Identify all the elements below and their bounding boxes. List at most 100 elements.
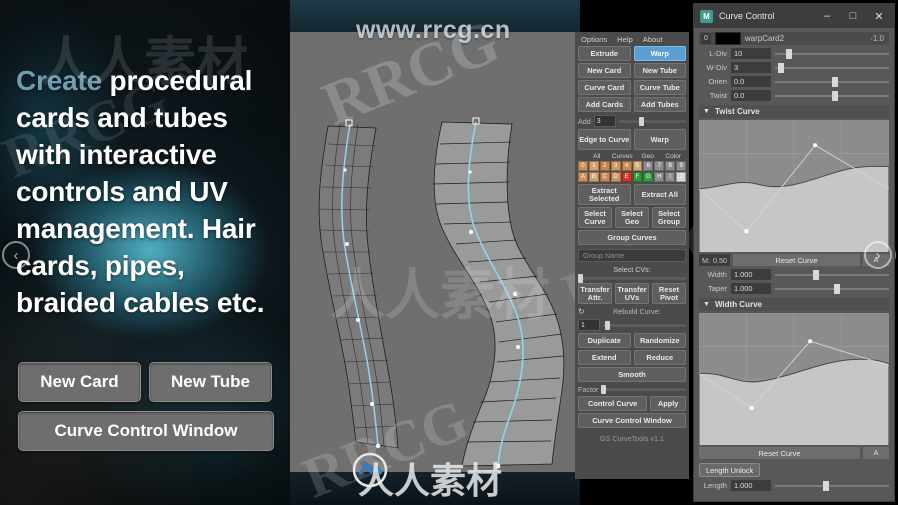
select-geo-button[interactable]: Select Geo [615, 207, 649, 228]
width-knob[interactable] [812, 269, 819, 280]
palette-swatch-7[interactable]: 7 [654, 161, 665, 171]
select-curve-button[interactable]: Select Curve [578, 207, 612, 228]
twist-reset-curve-button[interactable]: Reset Curve [732, 254, 860, 266]
length-track[interactable] [775, 480, 889, 491]
length-knob[interactable] [822, 480, 829, 491]
select-group-button[interactable]: Select Group [652, 207, 686, 228]
carousel-next-icon-right[interactable]: › [864, 241, 892, 269]
taper-value[interactable]: 1.000 [731, 283, 771, 294]
length-value[interactable]: 1.000 [731, 480, 771, 491]
tool-curve-control-window-button[interactable]: Curve Control Window [578, 413, 686, 428]
palette-swatch-c[interactable]: C [599, 172, 610, 182]
palette-swatch-f[interactable]: F [632, 172, 643, 182]
rebuild-curve-value[interactable]: 1 [578, 319, 600, 331]
factor-track[interactable] [601, 385, 686, 394]
add-slider-value[interactable]: 3 [593, 115, 616, 127]
promo-new-card-button[interactable]: New Card [18, 362, 141, 402]
duplicate-button[interactable]: Duplicate [578, 333, 631, 348]
palette-swatch-4[interactable]: 4 [621, 161, 632, 171]
width-curve-graph[interactable] [699, 313, 889, 445]
reduce-button[interactable]: Reduce [633, 350, 686, 365]
taper-knob[interactable] [834, 283, 841, 294]
group-name-input[interactable]: Group Name [578, 249, 686, 262]
palette-swatch-a[interactable]: A [578, 172, 588, 182]
refresh-icon[interactable]: ↻ [578, 307, 585, 316]
twist-track[interactable] [775, 90, 889, 101]
wdiv-track[interactable] [775, 62, 889, 73]
warp-button[interactable]: Warp [633, 129, 686, 150]
extract-all-button[interactable]: Extract All [633, 184, 686, 205]
curve-card-button[interactable]: Curve Card [578, 80, 631, 95]
width-reset-curve-button[interactable]: Reset Curve [699, 447, 860, 459]
control-curve-button[interactable]: Control Curve [578, 396, 648, 411]
extrude-button[interactable]: Extrude [578, 46, 631, 61]
add-slider-knob[interactable] [638, 116, 644, 126]
curve-control-titlebar[interactable]: M Curve Control – □ ✕ [694, 4, 894, 28]
twist-knob[interactable] [832, 90, 838, 101]
reset-pivot-button[interactable]: Reset Pivot [652, 283, 686, 304]
randomize-button[interactable]: Randomize [633, 333, 686, 348]
group-curves-button[interactable]: Group Curves [578, 230, 686, 245]
object-color-swatch[interactable] [714, 32, 741, 45]
palette-swatch-e[interactable]: E [621, 172, 632, 182]
extract-selected-button[interactable]: Extract Selected [578, 184, 631, 205]
width-track[interactable] [775, 269, 889, 280]
palette-swatch-3[interactable]: 3 [610, 161, 621, 171]
orien-knob[interactable] [832, 76, 838, 87]
width-value[interactable]: 1.000 [731, 269, 771, 280]
palette-header-geo[interactable]: Geo [635, 153, 661, 160]
transfer-uvs-button[interactable]: Transfer UVs [615, 283, 649, 304]
palette-swatch-0[interactable]: 0 [578, 161, 588, 171]
palette-swatch-j[interactable]: J [676, 172, 687, 182]
width-curve-section-header[interactable]: ▼ Width Curve [699, 298, 889, 311]
maximize-icon[interactable]: □ [840, 4, 866, 28]
twist-curve-section-header[interactable]: ▼ Twist Curve [699, 105, 889, 118]
chevron-down-icon-2[interactable]: ▼ [703, 301, 710, 308]
length-unlock-button[interactable]: Length Unlock [699, 463, 761, 477]
add-slider-track[interactable] [618, 116, 686, 126]
ldiv-knob[interactable] [786, 48, 793, 59]
select-cvs-track[interactable] [578, 274, 686, 283]
width-extra-button[interactable]: A [863, 447, 889, 459]
new-card-button[interactable]: New Card [578, 63, 631, 78]
chevron-down-icon[interactable]: ▼ [703, 108, 710, 115]
promo-curve-control-window-button[interactable]: Curve Control Window [18, 411, 274, 451]
new-tube-button[interactable]: New Tube [633, 63, 686, 78]
palette-swatch-9[interactable]: 9 [676, 161, 687, 171]
menu-help[interactable]: Help [617, 35, 633, 44]
palette-header-color[interactable]: Color [661, 153, 687, 160]
add-cards-button[interactable]: Add Cards [578, 97, 631, 112]
palette-swatch-6[interactable]: 6 [643, 161, 654, 171]
wdiv-value[interactable]: 3 [731, 62, 771, 73]
factor-knob[interactable] [601, 385, 607, 394]
smooth-button[interactable]: Smooth [578, 367, 686, 382]
carousel-prev-icon[interactable]: ‹ [2, 241, 30, 269]
palette-swatch-8[interactable]: 8 [665, 161, 676, 171]
apply-button[interactable]: Apply [650, 396, 686, 411]
ldiv-value[interactable]: 10 [731, 48, 771, 59]
twist-m-field[interactable]: M: 0.50 [699, 254, 730, 266]
select-cvs-knob[interactable] [578, 274, 583, 283]
twist-value[interactable]: 0.0 [731, 90, 771, 101]
orien-value[interactable]: 0.0 [731, 76, 771, 87]
menu-about[interactable]: About [643, 35, 663, 44]
palette-header-all[interactable]: All [584, 153, 610, 160]
palette-swatch-2[interactable]: 2 [599, 161, 610, 171]
palette-swatch-b[interactable]: B [588, 172, 599, 182]
viewport-3d[interactable] [290, 32, 580, 472]
palette-header-curves[interactable]: Curves [610, 153, 636, 160]
taper-track[interactable] [775, 283, 889, 294]
close-icon[interactable]: ✕ [866, 4, 892, 28]
orien-track[interactable] [775, 76, 889, 87]
promo-new-tube-button[interactable]: New Tube [149, 362, 272, 402]
wdiv-knob[interactable] [778, 62, 785, 73]
palette-swatch-d[interactable]: D [610, 172, 621, 182]
extend-button[interactable]: Extend [578, 350, 631, 365]
edge-to-curve-button[interactable]: Edge to Curve [578, 129, 631, 150]
palette-swatch-5[interactable]: 5 [632, 161, 643, 171]
rebuild-curve-track[interactable] [603, 320, 686, 330]
palette-swatch-h[interactable]: H [654, 172, 665, 182]
menu-options[interactable]: Options [581, 35, 607, 44]
palette-swatch-g[interactable]: G [643, 172, 654, 182]
palette-swatch-1[interactable]: 1 [588, 161, 599, 171]
